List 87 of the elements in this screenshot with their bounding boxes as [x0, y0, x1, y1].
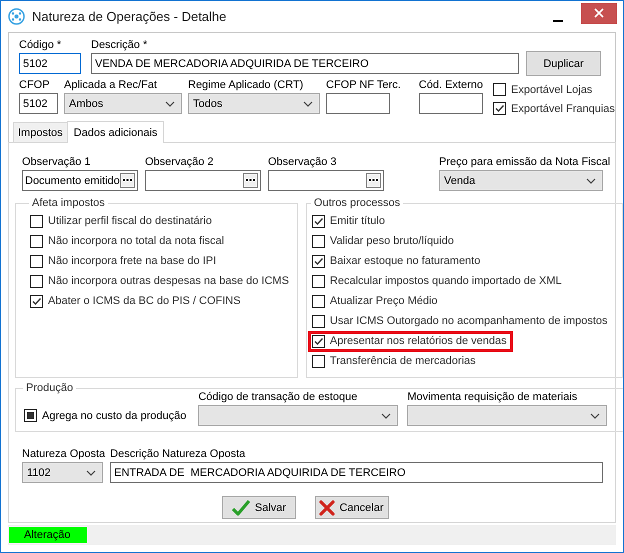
cancel-button[interactable]: Cancelar: [314, 496, 388, 519]
field-label: Observação 3: [268, 155, 338, 169]
checkbox[interactable]: [312, 254, 325, 268]
checkbox[interactable]: [312, 334, 325, 348]
field-label: Aplicada a Rec/Fat: [64, 78, 158, 92]
checkbox-label: Apresentar nos relatórios de vendas: [330, 335, 507, 347]
group-title: Outros processos: [312, 197, 402, 209]
checkbox-label: Não incorpora frete na base do IPI: [48, 255, 216, 267]
checkbox-label: Atualizar Preço Médio: [330, 295, 438, 307]
close-button[interactable]: [581, 2, 617, 24]
checkbox[interactable]: [312, 294, 325, 308]
field-label: Observação 2: [145, 155, 214, 169]
checkbox-label: Exportável Lojas: [510, 84, 592, 96]
checkbox[interactable]: [312, 274, 325, 288]
dropdown[interactable]: 1102: [22, 462, 103, 483]
dropdown[interactable]: Ambos: [64, 93, 182, 114]
chevron-icon: [586, 178, 596, 184]
group-title: Afeta impostos: [31, 197, 106, 209]
checkbox[interactable]: [312, 354, 325, 368]
status-text: Alteração: [9, 527, 87, 543]
checkbox[interactable]: [492, 83, 506, 96]
checkbox[interactable]: [30, 254, 43, 268]
field-label: Regime Aplicado (CRT): [188, 78, 304, 92]
close-icon: [594, 8, 604, 18]
chevron-icon: [165, 100, 175, 106]
checkbox-label: Não incorpora no total da nota fiscal: [48, 235, 224, 247]
ellipsis-button[interactable]: [243, 173, 258, 188]
ellipsis-icon: [369, 179, 378, 182]
field-label: Observação 1: [22, 155, 92, 169]
observation-field[interactable]: Documento emitido: [22, 170, 138, 191]
chevron-icon: [303, 100, 313, 106]
checkbox-label: Validar peso bruto/líquido: [330, 235, 454, 247]
field-label: Código *: [19, 38, 62, 52]
input-field[interactable]: [418, 93, 483, 114]
checkbox-label: Não incorpora outras despesas na base do ICMS: [48, 275, 289, 287]
field-label: CFOP: [19, 78, 51, 92]
check-icon: [230, 498, 251, 516]
checkbox-label: Emitir título: [330, 215, 385, 227]
chevron-icon: [590, 412, 600, 418]
field-label: Código de transação de estoque: [198, 390, 358, 404]
field-label: Descrição Natureza Oposta: [110, 447, 246, 461]
field-label: CFOP NF Terc.: [326, 78, 401, 92]
x-icon: [319, 500, 336, 516]
checkbox-label: Agrega no custo da produção: [42, 410, 186, 422]
observation-field[interactable]: [145, 170, 261, 191]
checkbox[interactable]: [30, 274, 43, 288]
checkbox[interactable]: [312, 314, 325, 328]
chevron-icon: [86, 470, 96, 476]
tab[interactable]: Impostos: [13, 122, 68, 142]
app-icon: [8, 8, 25, 24]
ellipsis-button[interactable]: [366, 173, 381, 188]
input-field[interactable]: [326, 93, 390, 114]
dropdown[interactable]: Todos: [188, 93, 320, 114]
field-label: Descrição *: [91, 38, 148, 52]
checkbox-label: Baixar estoque no faturamento: [330, 255, 480, 267]
dropdown[interactable]: Venda: [439, 170, 603, 191]
checkbox[interactable]: [30, 294, 43, 308]
field-label: Preço para emissão da Nota Fiscal: [439, 155, 610, 169]
ellipsis-icon: [246, 179, 255, 182]
checkbox[interactable]: [312, 214, 325, 228]
checkbox[interactable]: [30, 234, 43, 248]
field-label: Movimenta requisição de materiais: [407, 390, 578, 404]
save-button[interactable]: Salvar: [222, 496, 296, 519]
description-field[interactable]: ENTRADA DE MERCADORIA ADQUIRIDA DE TERCEIRO: [110, 462, 604, 483]
observation-field[interactable]: [268, 170, 384, 191]
group-title: Produção: [25, 382, 74, 394]
ellipsis-icon: [123, 179, 132, 182]
checkbox[interactable]: [492, 102, 506, 115]
checkbox-label: Exportável Franquias: [510, 102, 615, 114]
chevron-icon: [381, 412, 392, 418]
checkbox-label: Abater o ICMS da BC do PIS / COFINS: [48, 295, 241, 307]
field-label: Natureza Oposta: [22, 447, 106, 461]
window-title: Natureza de Operações - Detalhe: [32, 8, 226, 24]
checkbox-label: Transferência de mercadorias: [330, 355, 476, 367]
checkbox[interactable]: [24, 409, 37, 422]
checkbox-label: Utilizar perfil fiscal do destinatário: [48, 215, 212, 227]
checkbox-label: Recalcular impostos quando importado de XML: [330, 275, 562, 287]
checkbox[interactable]: [312, 234, 325, 248]
checkbox-label: Usar ICMS Outorgado no acompanhamento de impostos: [330, 315, 608, 327]
duplicate-button[interactable]: Duplicar: [526, 51, 601, 76]
description-field[interactable]: VENDA DE MERCADORIA ADQUIRIDA DE TERCEIRO: [91, 53, 519, 74]
field-label: Cód. Externo: [418, 78, 483, 92]
cfop-field[interactable]: 5102: [19, 93, 58, 114]
tab[interactable]: Dados adicionais: [66, 121, 164, 143]
ellipsis-button[interactable]: [120, 173, 135, 188]
code-field[interactable]: 5102: [19, 53, 81, 74]
checkbox[interactable]: [30, 214, 43, 228]
